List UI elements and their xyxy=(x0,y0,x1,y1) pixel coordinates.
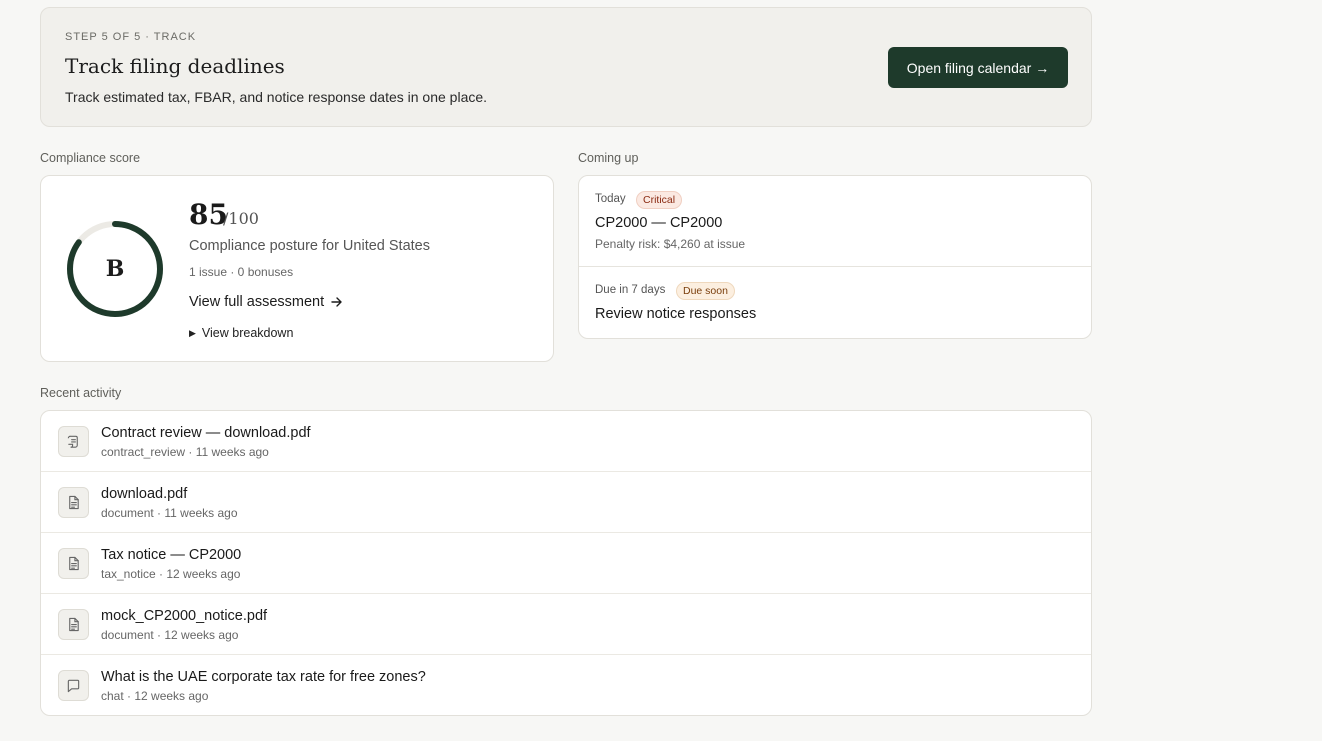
view-breakdown-label: View breakdown xyxy=(201,326,294,340)
step-title: Track filing deadlines xyxy=(65,54,285,78)
compliance-section-label: Compliance score xyxy=(40,151,141,165)
activity-meta: document · 11 weeks ago xyxy=(101,506,238,520)
activity-meta: contract_review · 11 weeks ago xyxy=(101,445,269,459)
view-assessment-link[interactable]: View full assessment xyxy=(189,294,344,310)
document-icon xyxy=(58,548,89,579)
contract-icon xyxy=(58,426,89,457)
document-icon xyxy=(58,609,89,640)
activity-title: download.pdf xyxy=(101,486,188,502)
activity-item[interactable]: download.pdf document · 11 weeks ago xyxy=(41,472,1091,533)
view-breakdown-toggle[interactable]: ▶ View breakdown xyxy=(189,326,293,340)
grade-letter: B xyxy=(105,256,125,282)
caret-right-icon: ▶ xyxy=(189,327,196,338)
coming-up-card: Today Critical CP2000 — CP2000 Penalty r… xyxy=(578,175,1092,339)
deadline-title: Review notice responses xyxy=(595,306,757,322)
view-assessment-label: View full assessment xyxy=(189,294,325,310)
deadline-title: CP2000 — CP2000 xyxy=(595,215,723,231)
recent-activity-list: Contract review — download.pdf contract_… xyxy=(40,410,1092,716)
activity-item[interactable]: Contract review — download.pdf contract_… xyxy=(41,411,1091,472)
activity-title: What is the UAE corporate tax rate for f… xyxy=(101,669,426,685)
deadline-when: Today xyxy=(595,193,626,205)
activity-title: Tax notice — CP2000 xyxy=(101,547,242,563)
score-max: /100 xyxy=(223,209,259,228)
deadline-when: Due in 7 days xyxy=(595,284,666,296)
step-description: Track estimated tax, FBAR, and notice re… xyxy=(65,89,488,105)
activity-title: mock_CP2000_notice.pdf xyxy=(101,608,268,624)
step-indicator: STEP 5 OF 5 · TRACK xyxy=(65,31,197,43)
document-icon xyxy=(58,487,89,518)
critical-badge: Critical xyxy=(636,191,683,209)
issues-summary: 1 issue · 0 bonuses xyxy=(189,265,294,279)
deadline-subtitle: Penalty risk: $4,260 at issue xyxy=(595,237,746,251)
arrow-right-icon xyxy=(331,297,342,307)
deadline-item[interactable]: Due in 7 days Due soon Review notice res… xyxy=(579,267,1091,339)
activity-title: Contract review — download.pdf xyxy=(101,425,311,441)
due-soon-badge: Due soon xyxy=(676,282,735,300)
deadline-item[interactable]: Today Critical CP2000 — CP2000 Penalty r… xyxy=(579,176,1091,267)
open-filing-calendar-button[interactable]: Open filing calendar → xyxy=(888,47,1068,88)
activity-meta: chat · 12 weeks ago xyxy=(101,689,209,703)
activity-item[interactable]: What is the UAE corporate tax rate for f… xyxy=(41,655,1091,716)
recent-activity-section-label: Recent activity xyxy=(40,386,122,400)
compliance-posture: Compliance posture for United States xyxy=(189,238,430,254)
step-card: STEP 5 OF 5 · TRACK Track filing deadlin… xyxy=(40,7,1092,127)
activity-meta: document · 12 weeks ago xyxy=(101,628,239,642)
compliance-score-card: B 85 /100 Compliance posture for United … xyxy=(40,175,554,362)
chat-icon xyxy=(58,670,89,701)
coming-up-section-label: Coming up xyxy=(578,151,639,165)
activity-item[interactable]: Tax notice — CP2000 tax_notice · 12 week… xyxy=(41,533,1091,594)
activity-meta: tax_notice · 12 weeks ago xyxy=(101,567,241,581)
activity-item[interactable]: mock_CP2000_notice.pdf document · 12 wee… xyxy=(41,594,1091,655)
